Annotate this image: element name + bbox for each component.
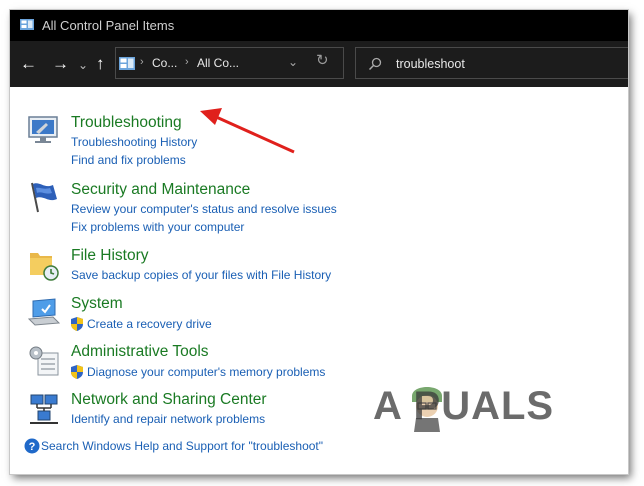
up-button[interactable]: ↑ <box>96 55 105 72</box>
result-title[interactable]: System <box>71 295 123 313</box>
control-panel-icon <box>20 19 34 30</box>
network-icon <box>30 394 58 424</box>
uac-shield-icon <box>71 365 83 379</box>
svg-text:?: ? <box>29 441 36 453</box>
title-bar: All Control Panel Items <box>10 10 628 41</box>
control-panel-window: All Control Panel Items ← → ⌄ ↑ › Co... … <box>10 10 628 474</box>
control-panel-icon <box>119 57 135 70</box>
result-link[interactable]: Fix problems with your computer <box>71 220 244 234</box>
admin-tools-icon <box>29 346 59 376</box>
breadcrumb-control-panel[interactable]: Co... <box>152 56 177 70</box>
appuals-watermark: A PUALS <box>373 384 555 428</box>
result-link[interactable]: Identify and repair network problems <box>71 412 265 426</box>
refresh-button[interactable]: ↻ <box>316 53 329 68</box>
result-link[interactable]: Save backup copies of your files with Fi… <box>71 268 331 282</box>
result-title[interactable]: File History <box>71 247 149 265</box>
result-title[interactable]: Network and Sharing Center <box>71 391 267 409</box>
breadcrumb-all-items[interactable]: All Co... <box>197 56 239 70</box>
uac-shield-icon <box>71 317 83 331</box>
folder-clock-icon <box>30 253 59 281</box>
computer-icon <box>27 298 61 326</box>
back-button[interactable]: ← <box>20 55 37 72</box>
forward-button[interactable]: → <box>52 55 69 72</box>
result-title[interactable]: Administrative Tools <box>71 343 209 361</box>
troubleshooting-icon <box>28 116 58 143</box>
result-link[interactable]: Create a recovery drive <box>87 317 212 331</box>
address-dropdown-icon[interactable]: ⌄ <box>288 55 298 69</box>
breadcrumb-separator-icon: › <box>140 56 144 68</box>
address-bar[interactable]: › Co... › All Co... ⌄ <box>115 47 344 79</box>
window-title: All Control Panel Items <box>42 18 175 33</box>
search-input[interactable] <box>394 54 618 74</box>
search-box[interactable] <box>355 47 628 79</box>
recent-locations-button[interactable]: ⌄ <box>78 57 88 74</box>
result-link[interactable]: Find and fix problems <box>71 153 186 167</box>
help-icon: ? <box>24 438 40 454</box>
navigation-toolbar: ← → ⌄ ↑ › Co... › All Co... ⌄ ↻ <box>10 41 628 87</box>
results-panel: Troubleshooting Troubleshooting History … <box>10 87 628 474</box>
search-icon <box>368 57 382 71</box>
result-link[interactable]: Review your computer's status and resolv… <box>71 202 337 216</box>
breadcrumb-separator-icon[interactable]: › <box>185 56 189 68</box>
result-title[interactable]: Security and Maintenance <box>71 181 250 199</box>
result-title[interactable]: Troubleshooting <box>71 114 182 132</box>
result-link[interactable]: Diagnose your computer's memory problems <box>87 365 325 379</box>
flag-icon <box>31 182 57 213</box>
search-windows-help-link[interactable]: Search Windows Help and Support for "tro… <box>41 439 323 453</box>
result-link[interactable]: Troubleshooting History <box>71 135 197 149</box>
